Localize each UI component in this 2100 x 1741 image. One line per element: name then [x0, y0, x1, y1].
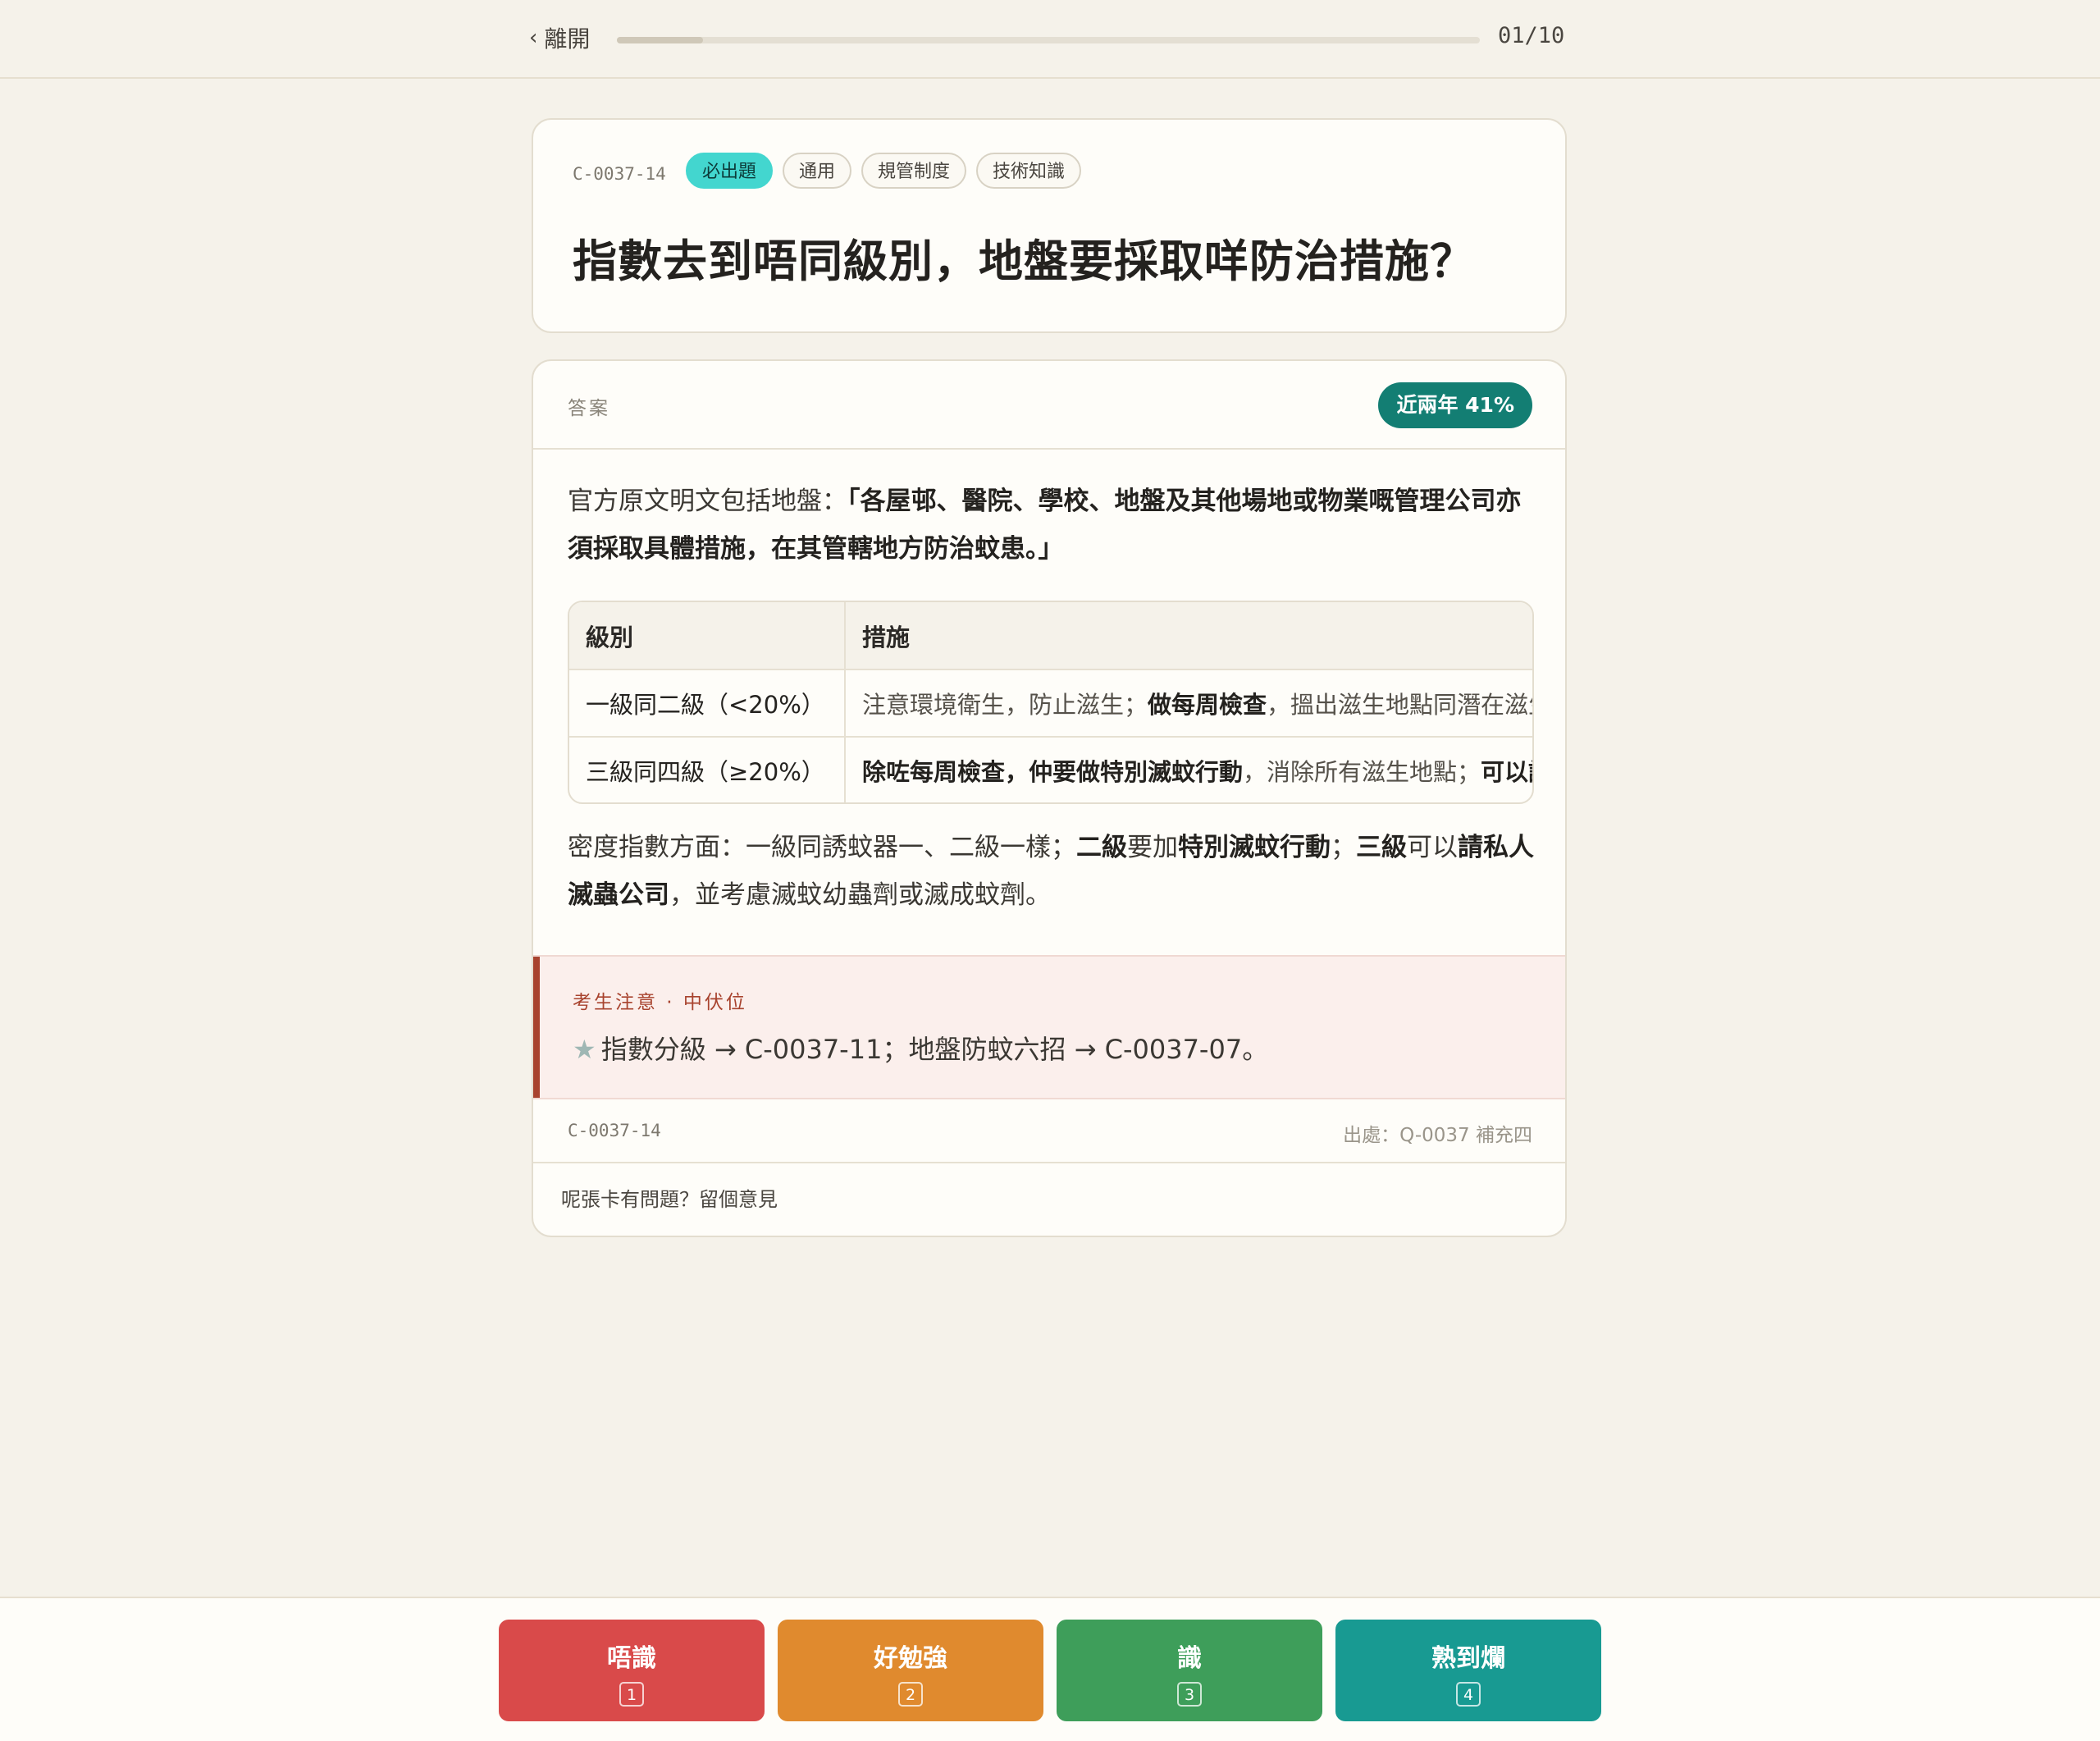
recent-rate-badge: 近兩年 41% [1378, 382, 1532, 428]
rate-easy-button[interactable]: 熟到爛 4 [1335, 1620, 1601, 1721]
rate-again-label: 唔識 [607, 1644, 656, 1673]
rate-good-label: 識 [1177, 1644, 1202, 1673]
measure-text: ，搵出滋生地點同潛在滋生地點 [1267, 691, 1532, 719]
footer-source: 出處：Q-0037 補充四 [1343, 1125, 1532, 1146]
exit-label: 離開 [544, 25, 591, 53]
para2-bold: 二級 [1076, 833, 1127, 862]
progress-bar [617, 37, 1480, 43]
note-accent-bar [533, 957, 540, 1098]
measure-text: 注意環境衛生，防止滋生； [862, 691, 1148, 719]
footer-card-id: C-0037-14 [568, 1121, 661, 1140]
answer-header: 答案 近兩年 41% [533, 361, 1565, 450]
answer-label: 答案 [568, 398, 610, 419]
question-card: C-0037-14 必出題 通用 規管制度 技術知識 指數去到唔同級別，地盤要採… [532, 118, 1567, 333]
table-header-level: 級別 [569, 602, 846, 670]
measure-bold: 除咗每周檢查，仲要做特別滅蚊行動 [862, 757, 1244, 786]
exam-warning-note: 考生注意 · 中伏位 ★ 指數分級 → C-0037-11；地盤防蚊六招 → C-… [533, 955, 1565, 1099]
star-icon: ★ [573, 1034, 596, 1065]
tag-technical: 技術知識 [976, 153, 1082, 189]
table-cell-measures: 注意環境衛生，防止滋生；做每周檢查，搵出滋生地點同潛在滋生地點 [845, 669, 1532, 738]
rating-bar: 唔識 1 好勉強 2 識 3 熟到爛 4 [0, 1597, 2100, 1741]
exit-button[interactable]: ‹ 離開 [529, 21, 590, 54]
question-title: 指數去到唔同級別，地盤要採取咩防治措施？ [573, 235, 1475, 287]
measure-bold: 做每周檢查 [1148, 691, 1267, 719]
tag-general: 通用 [783, 153, 852, 189]
measures-table: 級別 措施 一級同二級（<20%） 注意環境衛生，防止滋生；做每周檢查，搵出滋生… [568, 601, 1534, 804]
chevron-left-icon: ‹ [529, 25, 538, 50]
para2-text: 密度指數方面：一級同誘蚊器一、二級一樣； [568, 833, 1076, 862]
shortcut-key-badge: 2 [898, 1682, 923, 1707]
measure-bold: 可以請私人滅蟲公司 [1481, 757, 1532, 786]
para2-text: 要加 [1127, 833, 1178, 862]
para2-text: ； [1331, 833, 1356, 862]
table-row: 三級同四級（≥20%） 除咗每周檢查，仲要做特別滅蚊行動，消除所有滋生地點；可以… [569, 737, 1532, 802]
answer-card: 答案 近兩年 41% 官方原文明文包括地盤：「各屋邨、醫院、學校、地盤及其他場地… [532, 359, 1567, 1237]
tag-must: 必出題 [686, 153, 774, 189]
measure-text: ，消除所有滋生地點； [1243, 757, 1481, 786]
table-cell-measures: 除咗每周檢查，仲要做特別滅蚊行動，消除所有滋生地點；可以請私人滅蟲公司 [845, 737, 1532, 802]
progress-fill [617, 37, 704, 43]
answer-footer: C-0037-14 出處：Q-0037 補充四 [533, 1099, 1565, 1163]
table-cell-level: 一級同二級（<20%） [569, 669, 846, 738]
shortcut-key-badge: 1 [619, 1682, 644, 1707]
para2-text: ，並考慮滅蚊幼蟲劑或滅成蚊劑。 [669, 880, 1051, 910]
progress-counter: 01/10 [1498, 23, 1565, 48]
note-text-line: ★ 指數分級 → C-0037-11；地盤防蚊六招 → C-0037-07。 [573, 1029, 1268, 1067]
rate-again-button[interactable]: 唔識 1 [499, 1620, 765, 1721]
shortcut-key-badge: 3 [1177, 1682, 1202, 1707]
rate-hard-label: 好勉強 [874, 1644, 947, 1673]
rate-good-button[interactable]: 識 3 [1057, 1620, 1322, 1721]
para2-text: 可以 [1407, 833, 1458, 862]
para2-bold: 三級 [1356, 833, 1407, 862]
note-text: 指數分級 → C-0037-11；地盤防蚊六招 → C-0037-07。 [600, 1034, 1269, 1065]
table-header-measures: 措施 [845, 602, 1532, 670]
answer-paragraph-1: 官方原文明文包括地盤：「各屋邨、醫院、學校、地盤及其他場地或物業嘅管理公司亦須採… [568, 478, 1536, 573]
note-title: 考生注意 · 中伏位 [573, 992, 747, 1013]
feedback-link[interactable]: 呢張卡有問題？留個意見 [561, 1183, 778, 1212]
table-header-row: 級別 措施 [569, 602, 1532, 670]
answer-paragraph-2: 密度指數方面：一級同誘蚊器一、二級一樣；二級要加特別滅蚊行動；三級可以請私人滅蟲… [568, 824, 1536, 919]
tag-regulation: 規管制度 [861, 153, 967, 189]
card-id: C-0037-14 [573, 164, 666, 184]
shortcut-key-badge: 4 [1456, 1682, 1481, 1707]
rate-hard-button[interactable]: 好勉強 2 [778, 1620, 1043, 1721]
table-cell-level: 三級同四級（≥20%） [569, 737, 846, 802]
para2-bold: 特別滅蚊行動 [1178, 833, 1331, 862]
top-bar: ‹ 離開 01/10 [0, 0, 2100, 79]
tag-list: 必出題 通用 規管制度 技術知識 [686, 153, 1082, 189]
table-row: 一級同二級（<20%） 注意環境衛生，防止滋生；做每周檢查，搵出滋生地點同潛在滋… [569, 669, 1532, 738]
rate-easy-label: 熟到爛 [1431, 1644, 1505, 1673]
para1-lead: 官方原文明文包括地盤： [568, 487, 847, 516]
